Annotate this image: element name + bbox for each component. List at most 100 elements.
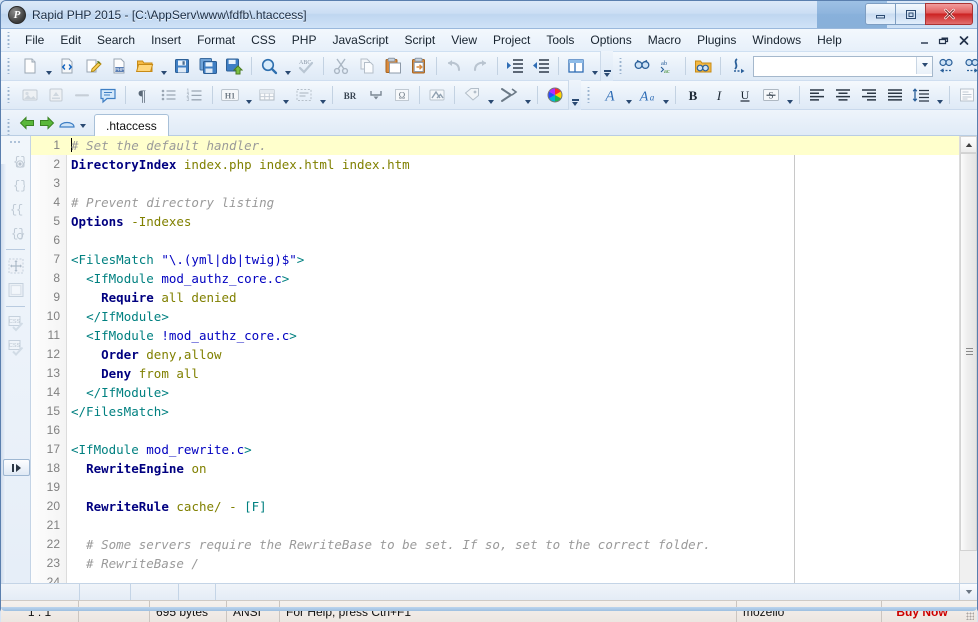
cut-icon[interactable] — [328, 53, 354, 79]
quick-tag-icon[interactable] — [496, 82, 522, 108]
toolbar-overflow-3[interactable] — [568, 80, 581, 110]
format-toolbar-grip[interactable] — [6, 87, 13, 103]
bold-icon[interactable]: B — [680, 82, 706, 108]
snippet-library-icon[interactable]: {} — [5, 222, 27, 244]
menu-search[interactable]: Search — [89, 30, 143, 50]
code-line[interactable]: 7 <FilesMatch "\.(yml|db|twig)$"> — [31, 250, 977, 269]
find-input[interactable] — [753, 55, 933, 77]
strikethrough-caret-icon[interactable] — [784, 80, 795, 111]
heading-caret-icon[interactable] — [243, 80, 254, 111]
align-left-icon[interactable] — [804, 82, 830, 108]
save-icon[interactable] — [169, 53, 195, 79]
doc-close-button[interactable] — [955, 31, 973, 49]
code-line[interactable]: 21 — [31, 516, 977, 535]
code-line[interactable]: 6 — [31, 231, 977, 250]
add-snippet-icon[interactable]: {} — [5, 150, 27, 172]
new-template-icon[interactable] — [80, 53, 106, 79]
table-icon[interactable] — [254, 82, 280, 108]
preview-icon[interactable] — [256, 53, 282, 79]
code-line[interactable]: 18 RewriteEngine on — [31, 459, 977, 478]
doc-minimize-button[interactable] — [915, 31, 933, 49]
menu-windows[interactable]: Windows — [744, 30, 809, 50]
tag-icon[interactable] — [459, 82, 485, 108]
font-icon[interactable]: A — [597, 82, 623, 108]
box-tool-icon[interactable] — [5, 279, 27, 301]
menu-tools[interactable]: Tools — [538, 30, 582, 50]
menu-edit[interactable]: Edit — [52, 30, 89, 50]
find-previous-icon[interactable] — [933, 53, 959, 79]
nbsp-icon[interactable] — [363, 82, 389, 108]
toolbar-overflow-1[interactable] — [600, 51, 613, 81]
scroll-up-button[interactable] — [960, 136, 977, 153]
form-icon[interactable] — [291, 82, 317, 108]
new-php-page-icon[interactable] — [54, 53, 80, 79]
goto-line-icon[interactable] — [725, 53, 751, 79]
font-size-icon[interactable]: Aa — [634, 82, 660, 108]
toolbar-grip[interactable] — [6, 58, 13, 74]
code-content[interactable]: 1 # Set the default handler. 2 DirectoryInd… — [31, 136, 977, 583]
color-picker-icon[interactable] — [542, 82, 568, 108]
quick-tag-caret-icon[interactable] — [522, 80, 533, 111]
code-line[interactable]: 15 </FilesMatch> — [31, 402, 977, 421]
vertical-scrollbar[interactable] — [959, 136, 977, 583]
menu-php[interactable]: PHP — [284, 30, 325, 50]
code-line[interactable]: 20 RewriteRule cache/ - [F] — [31, 497, 977, 516]
preview-caret-icon[interactable] — [282, 51, 293, 82]
menu-insert[interactable]: Insert — [143, 30, 189, 50]
line-height-caret-icon[interactable] — [934, 80, 945, 111]
split-view-icon[interactable] — [563, 53, 589, 79]
code-line[interactable]: 23 # RewriteBase / — [31, 554, 977, 573]
heading-icon[interactable]: H1 — [217, 82, 243, 108]
close-button[interactable] — [925, 3, 973, 25]
menu-plugins[interactable]: Plugins — [689, 30, 744, 50]
special-char-icon[interactable]: Ω — [389, 82, 415, 108]
code-line[interactable]: 10 </IfModule> — [31, 307, 977, 326]
outdent-icon[interactable] — [528, 53, 554, 79]
workspace-caret-icon[interactable] — [77, 104, 88, 135]
menu-options[interactable]: Options — [582, 30, 639, 50]
left-panel-grip[interactable] — [9, 140, 22, 145]
numbered-list-icon[interactable]: 123 — [182, 82, 208, 108]
align-right-icon[interactable] — [856, 82, 882, 108]
code-line[interactable]: 2 DirectoryIndex index.php index.html ind… — [31, 155, 977, 174]
open-php-icon[interactable]: PHP — [106, 53, 132, 79]
find-history-caret-icon[interactable] — [916, 56, 932, 74]
bullet-list-icon[interactable] — [156, 82, 182, 108]
menu-project[interactable]: Project — [485, 30, 538, 50]
new-file-caret-icon[interactable] — [43, 51, 54, 82]
css-edit-icon[interactable]: CSS — [5, 336, 27, 358]
comment-icon[interactable] — [95, 82, 121, 108]
paste-icon[interactable] — [380, 53, 406, 79]
tab-bar-grip[interactable] — [6, 119, 13, 135]
find-next-icon[interactable] — [959, 53, 978, 79]
new-file-icon[interactable] — [17, 53, 43, 79]
text-toolbar-grip[interactable] — [586, 87, 593, 103]
line-height-icon[interactable] — [908, 82, 934, 108]
insert-image-icon[interactable] — [17, 82, 43, 108]
menu-help[interactable]: Help — [809, 30, 850, 50]
code-line[interactable]: 11 <IfModule !mod_authz_core.c> — [31, 326, 977, 345]
expand-left-panel-button[interactable] — [3, 459, 30, 476]
menu-view[interactable]: View — [443, 30, 485, 50]
vertical-scroll-thumb[interactable] — [960, 153, 977, 551]
menu-javascript[interactable]: JavaScript — [324, 30, 396, 50]
minimize-button[interactable] — [865, 3, 896, 25]
code-line[interactable]: 12 Order deny,allow — [31, 345, 977, 364]
align-center-icon[interactable] — [830, 82, 856, 108]
navigate-back-icon[interactable] — [17, 111, 37, 135]
font-size-caret-icon[interactable] — [660, 80, 671, 111]
line-break-icon[interactable]: BR — [337, 82, 363, 108]
code-line[interactable]: 16 — [31, 421, 977, 440]
code-editor[interactable]: 1 # Set the default handler. 2 DirectoryInd… — [31, 136, 977, 583]
strikethrough-icon[interactable]: S — [758, 82, 784, 108]
paragraph-icon[interactable]: ¶ — [130, 82, 156, 108]
code-line[interactable]: 13 Deny from all — [31, 364, 977, 383]
code-line[interactable]: 19 — [31, 478, 977, 497]
code-line[interactable]: 8 <IfModule mod_authz_core.c> — [31, 269, 977, 288]
menu-format[interactable]: Format — [189, 30, 243, 50]
code-line[interactable]: 22 # Some servers require the RewriteBas… — [31, 535, 977, 554]
anchor-icon[interactable] — [424, 82, 450, 108]
undo-icon[interactable] — [441, 53, 467, 79]
code-line[interactable]: 5 Options -Indexes — [31, 212, 977, 231]
code-block-icon[interactable]: {} — [5, 174, 27, 196]
